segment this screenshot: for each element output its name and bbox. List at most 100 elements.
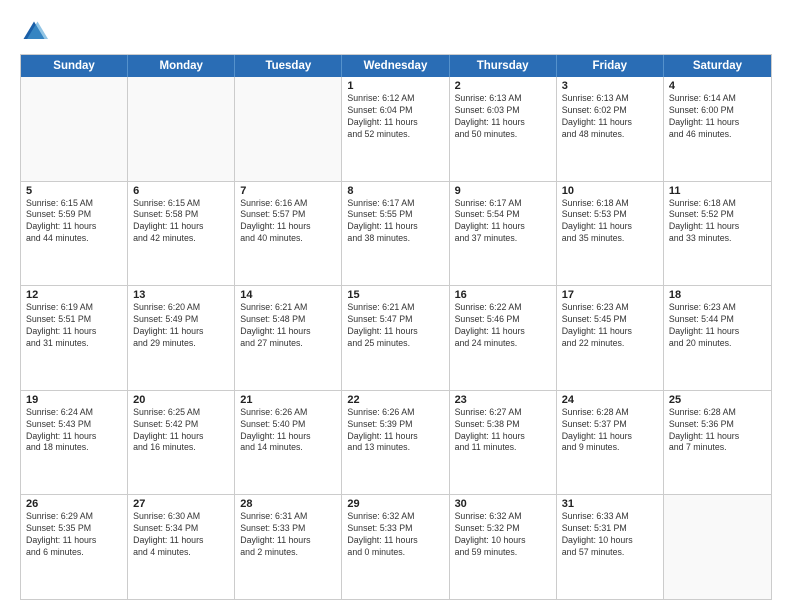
weekday-header-wednesday: Wednesday — [342, 55, 449, 77]
calendar-cell-15: 15Sunrise: 6:21 AMSunset: 5:47 PMDayligh… — [342, 286, 449, 390]
calendar-cell-29: 29Sunrise: 6:32 AMSunset: 5:33 PMDayligh… — [342, 495, 449, 599]
day-number-31: 31 — [562, 498, 658, 510]
day-number-26: 26 — [26, 498, 122, 510]
cell-text-1: Sunrise: 6:12 AMSunset: 6:04 PMDaylight:… — [347, 93, 443, 141]
calendar-cell-19: 19Sunrise: 6:24 AMSunset: 5:43 PMDayligh… — [21, 391, 128, 495]
calendar-row-2: 5Sunrise: 6:15 AMSunset: 5:59 PMDaylight… — [21, 181, 771, 286]
cell-text-10: Sunrise: 6:18 AMSunset: 5:53 PMDaylight:… — [562, 198, 658, 246]
calendar-cell-16: 16Sunrise: 6:22 AMSunset: 5:46 PMDayligh… — [450, 286, 557, 390]
day-number-14: 14 — [240, 289, 336, 301]
cell-text-17: Sunrise: 6:23 AMSunset: 5:45 PMDaylight:… — [562, 302, 658, 350]
calendar-cell-21: 21Sunrise: 6:26 AMSunset: 5:40 PMDayligh… — [235, 391, 342, 495]
calendar-cell-1: 1Sunrise: 6:12 AMSunset: 6:04 PMDaylight… — [342, 77, 449, 181]
cell-text-21: Sunrise: 6:26 AMSunset: 5:40 PMDaylight:… — [240, 407, 336, 455]
calendar-row-4: 19Sunrise: 6:24 AMSunset: 5:43 PMDayligh… — [21, 390, 771, 495]
calendar-cell-4: 4Sunrise: 6:14 AMSunset: 6:00 PMDaylight… — [664, 77, 771, 181]
day-number-3: 3 — [562, 80, 658, 92]
cell-text-4: Sunrise: 6:14 AMSunset: 6:00 PMDaylight:… — [669, 93, 766, 141]
cell-text-18: Sunrise: 6:23 AMSunset: 5:44 PMDaylight:… — [669, 302, 766, 350]
calendar-cell-22: 22Sunrise: 6:26 AMSunset: 5:39 PMDayligh… — [342, 391, 449, 495]
calendar-cell-14: 14Sunrise: 6:21 AMSunset: 5:48 PMDayligh… — [235, 286, 342, 390]
day-number-22: 22 — [347, 394, 443, 406]
page: SundayMondayTuesdayWednesdayThursdayFrid… — [0, 0, 792, 612]
calendar-row-1: 1Sunrise: 6:12 AMSunset: 6:04 PMDaylight… — [21, 77, 771, 181]
day-number-6: 6 — [133, 185, 229, 197]
calendar-header: SundayMondayTuesdayWednesdayThursdayFrid… — [21, 55, 771, 77]
day-number-4: 4 — [669, 80, 766, 92]
cell-text-19: Sunrise: 6:24 AMSunset: 5:43 PMDaylight:… — [26, 407, 122, 455]
cell-text-11: Sunrise: 6:18 AMSunset: 5:52 PMDaylight:… — [669, 198, 766, 246]
day-number-21: 21 — [240, 394, 336, 406]
day-number-1: 1 — [347, 80, 443, 92]
cell-text-29: Sunrise: 6:32 AMSunset: 5:33 PMDaylight:… — [347, 511, 443, 559]
calendar-cell-empty-0-1 — [128, 77, 235, 181]
day-number-9: 9 — [455, 185, 551, 197]
day-number-27: 27 — [133, 498, 229, 510]
day-number-5: 5 — [26, 185, 122, 197]
header — [20, 18, 772, 46]
calendar-cell-empty-0-0 — [21, 77, 128, 181]
calendar-cell-5: 5Sunrise: 6:15 AMSunset: 5:59 PMDaylight… — [21, 182, 128, 286]
calendar-cell-20: 20Sunrise: 6:25 AMSunset: 5:42 PMDayligh… — [128, 391, 235, 495]
cell-text-24: Sunrise: 6:28 AMSunset: 5:37 PMDaylight:… — [562, 407, 658, 455]
calendar-cell-26: 26Sunrise: 6:29 AMSunset: 5:35 PMDayligh… — [21, 495, 128, 599]
cell-text-16: Sunrise: 6:22 AMSunset: 5:46 PMDaylight:… — [455, 302, 551, 350]
cell-text-7: Sunrise: 6:16 AMSunset: 5:57 PMDaylight:… — [240, 198, 336, 246]
day-number-19: 19 — [26, 394, 122, 406]
day-number-30: 30 — [455, 498, 551, 510]
calendar-cell-13: 13Sunrise: 6:20 AMSunset: 5:49 PMDayligh… — [128, 286, 235, 390]
weekday-header-saturday: Saturday — [664, 55, 771, 77]
calendar-cell-27: 27Sunrise: 6:30 AMSunset: 5:34 PMDayligh… — [128, 495, 235, 599]
day-number-20: 20 — [133, 394, 229, 406]
cell-text-3: Sunrise: 6:13 AMSunset: 6:02 PMDaylight:… — [562, 93, 658, 141]
cell-text-26: Sunrise: 6:29 AMSunset: 5:35 PMDaylight:… — [26, 511, 122, 559]
calendar-cell-2: 2Sunrise: 6:13 AMSunset: 6:03 PMDaylight… — [450, 77, 557, 181]
day-number-11: 11 — [669, 185, 766, 197]
day-number-15: 15 — [347, 289, 443, 301]
calendar-cell-12: 12Sunrise: 6:19 AMSunset: 5:51 PMDayligh… — [21, 286, 128, 390]
calendar-cell-24: 24Sunrise: 6:28 AMSunset: 5:37 PMDayligh… — [557, 391, 664, 495]
calendar-cell-18: 18Sunrise: 6:23 AMSunset: 5:44 PMDayligh… — [664, 286, 771, 390]
logo-icon — [20, 18, 48, 46]
day-number-2: 2 — [455, 80, 551, 92]
day-number-13: 13 — [133, 289, 229, 301]
calendar-body: 1Sunrise: 6:12 AMSunset: 6:04 PMDaylight… — [21, 77, 771, 599]
day-number-7: 7 — [240, 185, 336, 197]
day-number-17: 17 — [562, 289, 658, 301]
calendar-cell-10: 10Sunrise: 6:18 AMSunset: 5:53 PMDayligh… — [557, 182, 664, 286]
cell-text-12: Sunrise: 6:19 AMSunset: 5:51 PMDaylight:… — [26, 302, 122, 350]
cell-text-22: Sunrise: 6:26 AMSunset: 5:39 PMDaylight:… — [347, 407, 443, 455]
calendar-cell-11: 11Sunrise: 6:18 AMSunset: 5:52 PMDayligh… — [664, 182, 771, 286]
weekday-header-thursday: Thursday — [450, 55, 557, 77]
calendar: SundayMondayTuesdayWednesdayThursdayFrid… — [20, 54, 772, 600]
cell-text-20: Sunrise: 6:25 AMSunset: 5:42 PMDaylight:… — [133, 407, 229, 455]
cell-text-9: Sunrise: 6:17 AMSunset: 5:54 PMDaylight:… — [455, 198, 551, 246]
calendar-cell-7: 7Sunrise: 6:16 AMSunset: 5:57 PMDaylight… — [235, 182, 342, 286]
calendar-cell-23: 23Sunrise: 6:27 AMSunset: 5:38 PMDayligh… — [450, 391, 557, 495]
calendar-cell-3: 3Sunrise: 6:13 AMSunset: 6:02 PMDaylight… — [557, 77, 664, 181]
day-number-29: 29 — [347, 498, 443, 510]
calendar-cell-30: 30Sunrise: 6:32 AMSunset: 5:32 PMDayligh… — [450, 495, 557, 599]
day-number-18: 18 — [669, 289, 766, 301]
calendar-cell-empty-4-6 — [664, 495, 771, 599]
cell-text-25: Sunrise: 6:28 AMSunset: 5:36 PMDaylight:… — [669, 407, 766, 455]
day-number-10: 10 — [562, 185, 658, 197]
day-number-24: 24 — [562, 394, 658, 406]
calendar-cell-9: 9Sunrise: 6:17 AMSunset: 5:54 PMDaylight… — [450, 182, 557, 286]
calendar-row-3: 12Sunrise: 6:19 AMSunset: 5:51 PMDayligh… — [21, 285, 771, 390]
calendar-cell-28: 28Sunrise: 6:31 AMSunset: 5:33 PMDayligh… — [235, 495, 342, 599]
calendar-cell-31: 31Sunrise: 6:33 AMSunset: 5:31 PMDayligh… — [557, 495, 664, 599]
weekday-header-sunday: Sunday — [21, 55, 128, 77]
cell-text-31: Sunrise: 6:33 AMSunset: 5:31 PMDaylight:… — [562, 511, 658, 559]
calendar-cell-25: 25Sunrise: 6:28 AMSunset: 5:36 PMDayligh… — [664, 391, 771, 495]
weekday-header-monday: Monday — [128, 55, 235, 77]
day-number-25: 25 — [669, 394, 766, 406]
calendar-cell-6: 6Sunrise: 6:15 AMSunset: 5:58 PMDaylight… — [128, 182, 235, 286]
calendar-cell-empty-0-2 — [235, 77, 342, 181]
cell-text-13: Sunrise: 6:20 AMSunset: 5:49 PMDaylight:… — [133, 302, 229, 350]
cell-text-2: Sunrise: 6:13 AMSunset: 6:03 PMDaylight:… — [455, 93, 551, 141]
day-number-23: 23 — [455, 394, 551, 406]
calendar-cell-17: 17Sunrise: 6:23 AMSunset: 5:45 PMDayligh… — [557, 286, 664, 390]
calendar-cell-8: 8Sunrise: 6:17 AMSunset: 5:55 PMDaylight… — [342, 182, 449, 286]
logo — [20, 18, 52, 46]
